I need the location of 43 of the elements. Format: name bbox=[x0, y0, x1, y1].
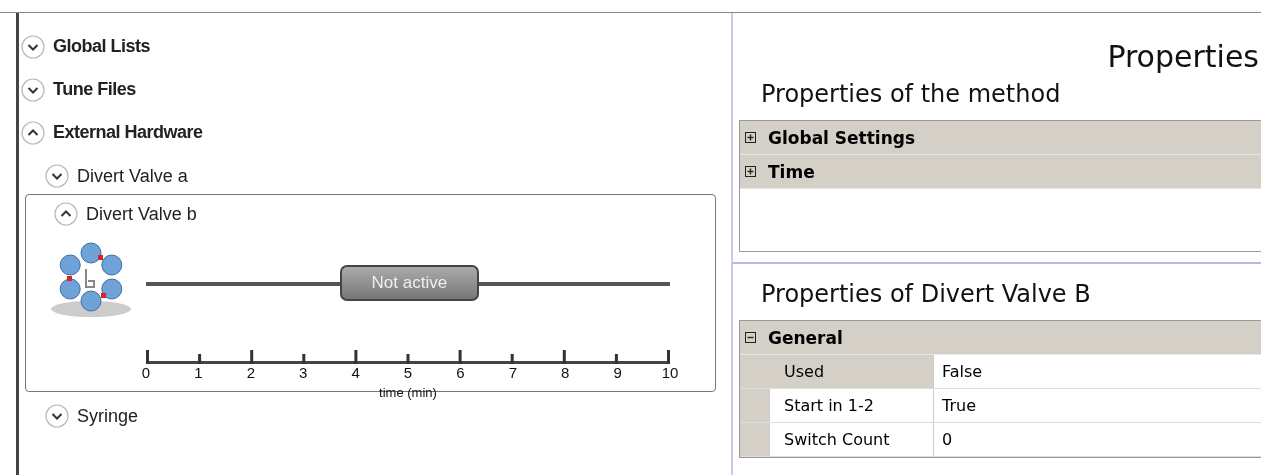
tree-item[interactable]: Global Lists bbox=[53, 36, 151, 57]
section-title: Properties of Divert Valve B bbox=[760, 279, 1092, 310]
category-row[interactable]: Global Settings bbox=[740, 121, 1261, 155]
expand-chevron-icon[interactable] bbox=[45, 164, 69, 188]
tick-label: 10 bbox=[661, 364, 679, 381]
property-name[interactable]: Used bbox=[770, 355, 934, 388]
tick-label: 7 bbox=[508, 364, 517, 381]
tick-label: 8 bbox=[561, 364, 570, 381]
category-label: General bbox=[768, 327, 843, 348]
row-gutter bbox=[740, 355, 770, 388]
expand-icon[interactable] bbox=[745, 166, 756, 177]
row-gutter bbox=[740, 423, 770, 456]
expand-chevron-icon[interactable] bbox=[45, 404, 69, 428]
section-title: Properties of the method bbox=[760, 79, 1062, 110]
property-value[interactable]: False bbox=[934, 355, 1261, 388]
tick-label: 9 bbox=[613, 364, 622, 381]
row-gutter bbox=[740, 389, 770, 422]
tree-item[interactable]: Tune Files bbox=[53, 79, 136, 100]
tick-label: 6 bbox=[456, 364, 465, 381]
tick-label: 4 bbox=[351, 364, 360, 381]
tree-item[interactable]: Divert Valve b bbox=[86, 203, 197, 225]
expand-chevron-icon[interactable] bbox=[21, 77, 45, 102]
tick-label: 0 bbox=[141, 364, 151, 381]
category-row[interactable]: General bbox=[740, 321, 1261, 355]
panel-title: Properties bbox=[1106, 38, 1260, 74]
collapse-chevron-icon[interactable] bbox=[54, 202, 78, 226]
expand-icon[interactable] bbox=[745, 132, 756, 143]
tree-item[interactable]: Divert Valve a bbox=[77, 165, 188, 187]
collapse-icon[interactable] bbox=[745, 332, 756, 343]
category-row[interactable]: Time bbox=[740, 155, 1261, 189]
tick-label: 2 bbox=[246, 364, 255, 381]
expand-chevron-icon[interactable] bbox=[21, 34, 45, 59]
property-value[interactable]: 0 bbox=[934, 423, 1261, 456]
tick-label: 3 bbox=[299, 364, 308, 381]
status-block: Not active bbox=[339, 265, 479, 301]
category-label: Global Settings bbox=[768, 127, 916, 148]
tick-label: 1 bbox=[194, 364, 203, 381]
tree-item[interactable]: Syringe bbox=[77, 405, 139, 427]
category-label: Time bbox=[768, 161, 815, 182]
tick-label: 5 bbox=[403, 364, 413, 381]
collapse-chevron-icon[interactable] bbox=[21, 120, 45, 145]
property-value[interactable]: True bbox=[934, 389, 1261, 422]
tree-item[interactable]: External Hardware bbox=[53, 122, 203, 143]
